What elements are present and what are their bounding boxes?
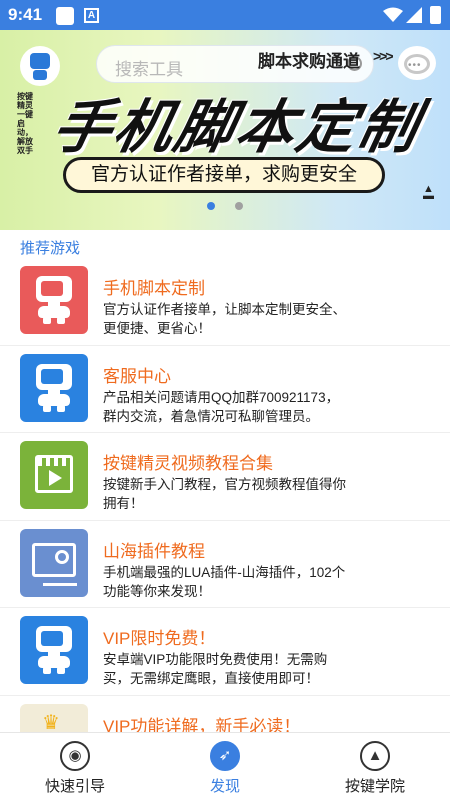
robot-logo-icon bbox=[30, 53, 50, 69]
item-description: 产品相关问题请用QQ加群700921173，群内交流，着急情况可私聊管理员。 bbox=[103, 389, 340, 424]
list-item[interactable]: 手机脚本定制 官方认证作者接单，让脚本定制更安全、更便捷、更省心！ bbox=[0, 258, 450, 346]
item-title: 山海插件教程 bbox=[103, 541, 205, 561]
item-thumbnail bbox=[20, 616, 88, 684]
crown-icon: ♛ bbox=[42, 711, 60, 734]
search-placeholder: 搜索工具 bbox=[115, 60, 183, 79]
status-time: 9:41 bbox=[8, 5, 43, 24]
item-description: 手机端最强的LUA插件-山海插件，102个功能等你来发现！ bbox=[103, 564, 346, 599]
arrows-icon: >>> bbox=[373, 48, 393, 64]
list-item[interactable]: 山海插件教程 手机端最强的LUA插件-山海插件，102个功能等你来发现！ bbox=[0, 521, 450, 608]
signal-icon bbox=[406, 7, 422, 23]
recommend-list: 手机脚本定制 官方认证作者接单，让脚本定制更安全、更便捷、更省心！ 客服中心 产… bbox=[0, 258, 450, 783]
item-description: 官方认证作者接单，让脚本定制更安全、更便捷、更省心！ bbox=[103, 302, 346, 336]
wifi-icon bbox=[383, 7, 403, 22]
promo-channel-text[interactable]: 脚本求购通道 bbox=[258, 47, 360, 72]
item-thumbnail bbox=[20, 528, 88, 597]
banner-vertical-text: 按键精灵 一键启动，解放双手 bbox=[17, 92, 33, 155]
app-logo bbox=[20, 46, 60, 86]
item-thumbnail bbox=[20, 353, 88, 422]
item-thumbnail bbox=[20, 441, 88, 509]
list-item[interactable]: 按键精灵视频教程合集 按键新手入门教程，官方视频教程值得你拥有！ bbox=[0, 433, 450, 521]
notification-a-icon: A bbox=[84, 8, 99, 23]
item-title: 客服中心 bbox=[103, 366, 171, 386]
nav-quick-guide[interactable]: ◉ 快速引导 bbox=[0, 733, 150, 801]
scroll-up-icon: ▲ ▬ bbox=[423, 183, 434, 202]
carousel-dot[interactable] bbox=[235, 202, 243, 210]
robot-icon bbox=[34, 363, 74, 412]
bottom-nav: ◉ 快速引导 ➶ 发现 ▲ 按键学院 bbox=[0, 732, 450, 801]
banner-subline: 官方认证作者接单，求购更安全 bbox=[63, 157, 385, 193]
robot-icon bbox=[34, 626, 74, 674]
banner-headline: 手机脚本定制 bbox=[46, 95, 427, 160]
item-title: 手机脚本定制 bbox=[103, 279, 205, 298]
item-title: 按键精灵视频教程合集 bbox=[103, 454, 273, 473]
video-icon bbox=[35, 455, 73, 493]
nav-discover[interactable]: ➶ 发现 bbox=[150, 733, 300, 801]
item-thumbnail bbox=[20, 266, 88, 334]
list-item[interactable]: 客服中心 产品相关问题请用QQ加群700921173，群内交流，着急情况可私聊管… bbox=[0, 346, 450, 433]
nav-label: 发现 bbox=[209, 778, 240, 795]
plugin-icon bbox=[32, 542, 77, 586]
promo-banner[interactable]: 搜索工具 脚本求购通道 >>> ••• 按键精灵 一键启动，解放双手 手机脚本定… bbox=[0, 30, 450, 230]
robot-icon bbox=[34, 276, 74, 324]
status-bar: 9:41 A bbox=[0, 0, 450, 30]
nav-label: 快速引导 bbox=[44, 778, 105, 795]
item-description: 安卓端VIP功能限时免费使用！无需购买，无需绑定鹰眼，直接使用即可！ bbox=[103, 652, 328, 686]
nav-label: 按键学院 bbox=[344, 778, 405, 795]
section-title: 推荐游戏 bbox=[20, 240, 81, 257]
nav-academy[interactable]: ▲ 按键学院 bbox=[300, 733, 450, 801]
carousel-dot-active[interactable] bbox=[207, 202, 215, 210]
notification-square-icon bbox=[56, 7, 74, 25]
chat-button[interactable]: ••• bbox=[398, 46, 436, 80]
item-title: VIP限时免费！ bbox=[103, 629, 216, 648]
list-item[interactable]: VIP限时免费！ 安卓端VIP功能限时免费使用！无需购买，无需绑定鹰眼，直接使用… bbox=[0, 608, 450, 696]
battery-icon bbox=[430, 6, 441, 24]
item-description: 按键新手入门教程，官方视频教程值得你拥有！ bbox=[103, 477, 346, 511]
